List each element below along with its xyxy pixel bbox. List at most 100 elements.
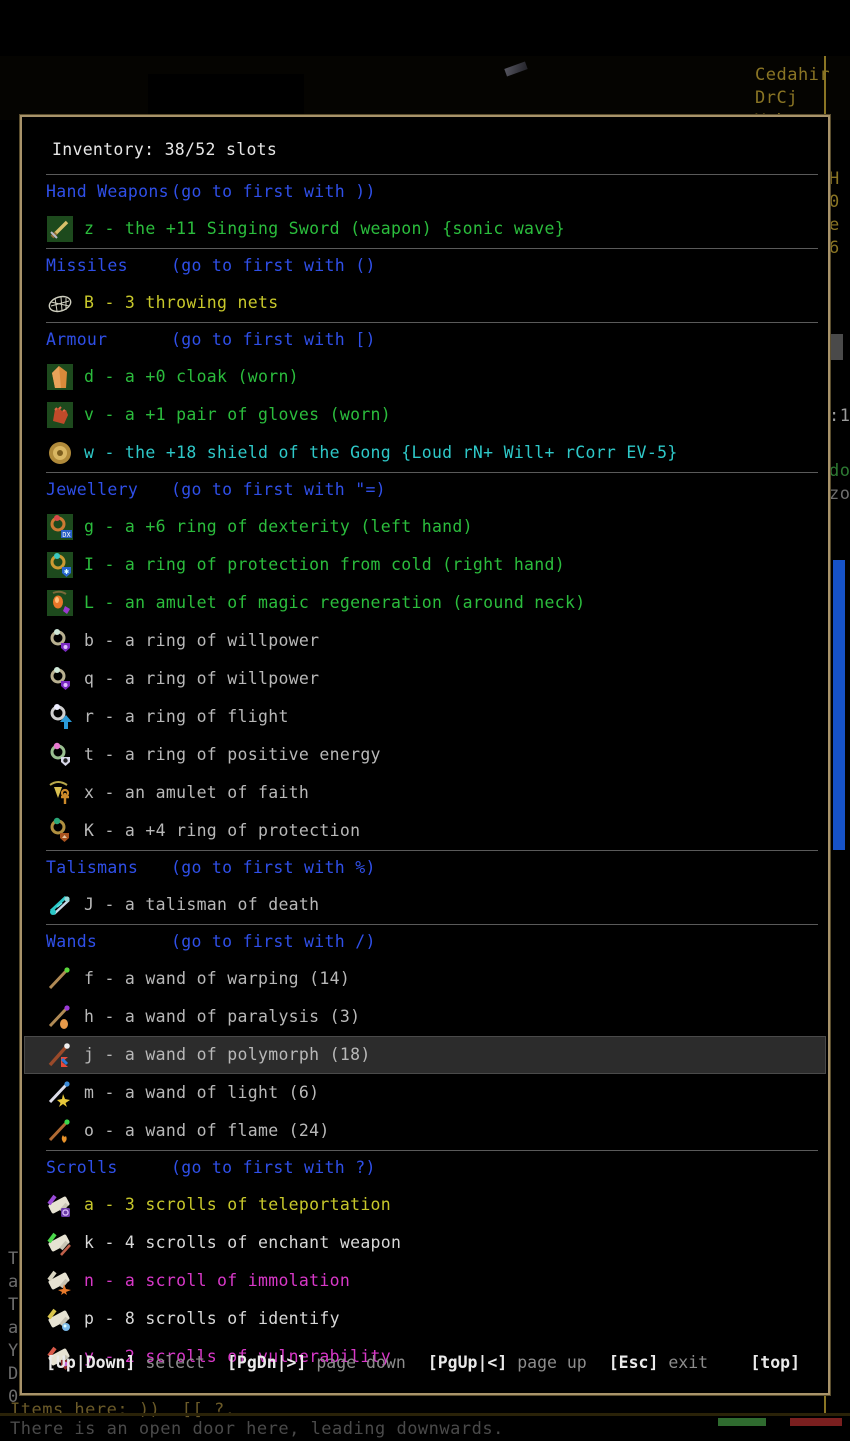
gloves-icon [46, 401, 74, 429]
section-hint: (go to first with %) [171, 858, 376, 877]
section-title: Scrolls [46, 1158, 118, 1177]
inventory-item-label: z - the +11 Singing Sword (weapon) {soni… [84, 219, 565, 238]
cloak-icon [46, 363, 74, 391]
inventory-item-label: w - the +18 shield of the Gong {Loud rN+… [84, 443, 678, 462]
inventory-item-b[interactable]: b - a ring of willpower [22, 622, 828, 660]
scroll-identify-icon [46, 1305, 74, 1333]
footer-position-indicator: [top] [750, 1353, 800, 1372]
inventory-item-label: x - an amulet of faith [84, 783, 310, 802]
inventory-item-x[interactable]: x - an amulet of faith [22, 774, 828, 812]
inventory-item-label: J - a talisman of death [84, 895, 320, 914]
section-title: Wands [46, 932, 98, 951]
footer-key[interactable]: [Esc] [609, 1353, 659, 1372]
hud-fragment-2: do [829, 461, 850, 481]
section-header-jewellery: Jewellery (go to first with "=) [22, 473, 828, 508]
hud-fragment-1: :1 [829, 406, 850, 426]
wand-paralysis-icon [46, 1003, 74, 1031]
inventory-item-p[interactable]: p - 8 scrolls of identify [22, 1300, 828, 1338]
inventory-item-K[interactable]: K - a +4 ring of protection [22, 812, 828, 850]
inventory-item-B[interactable]: B - 3 throwing nets [22, 284, 828, 322]
ring-willpower-icon [46, 627, 74, 655]
inventory-item-a[interactable]: a - 3 scrolls of teleportation [22, 1186, 828, 1224]
inventory-item-t[interactable]: t - a ring of positive energy [22, 736, 828, 774]
section-hint: (go to first with [) [171, 330, 376, 349]
talisman-death-icon [46, 891, 74, 919]
inventory-item-I[interactable]: I - a ring of protection from cold (righ… [22, 546, 828, 584]
section-header-missiles: Missiles (go to first with () [22, 249, 828, 284]
inventory-item-label: m - a wand of light (6) [84, 1083, 320, 1102]
ring-cold-icon [46, 551, 74, 579]
section-hint: (go to first with /) [171, 932, 376, 951]
inventory-item-label: n - a scroll of immolation [84, 1271, 351, 1290]
wand-flame-icon [46, 1117, 74, 1145]
section-hint: (go to first with )) [171, 182, 376, 201]
inventory-item-r[interactable]: r - a ring of flight [22, 698, 828, 736]
inventory-item-o[interactable]: o - a wand of flame (24) [22, 1112, 828, 1150]
section-hint: (go to first with () [171, 256, 376, 275]
inventory-item-w[interactable]: w - the +18 shield of the Gong {Loud rN+… [22, 434, 828, 472]
amulet-magic-regen-icon [46, 589, 74, 617]
inventory-item-q[interactable]: q - a ring of willpower [22, 660, 828, 698]
inventory-item-h[interactable]: h - a wand of paralysis (3) [22, 998, 828, 1036]
section-title: Talismans [46, 858, 139, 877]
hud-red-bar [790, 1418, 842, 1426]
section-header-hand-weapons: Hand Weapons (go to first with )) [22, 175, 828, 210]
inventory-item-label: b - a ring of willpower [84, 631, 320, 650]
section-title: Armour [46, 330, 108, 349]
inventory-item-label: v - a +1 pair of gloves (worn) [84, 405, 392, 424]
ring-dexterity-icon: DX [46, 513, 74, 541]
section-title: Missiles [46, 256, 128, 275]
inventory-item-v[interactable]: v - a +1 pair of gloves (worn) [22, 396, 828, 434]
ring-flight-icon [46, 703, 74, 731]
section-header-armour: Armour (go to first with [) [22, 323, 828, 358]
footer-key-label: exit [668, 1353, 709, 1372]
inventory-item-label: h - a wand of paralysis (3) [84, 1007, 361, 1026]
inventory-item-label: f - a wand of warping (14) [84, 969, 351, 988]
inventory-title: Inventory: 38/52 slots [52, 140, 278, 159]
inventory-item-label: L - an amulet of magic regeneration (aro… [84, 593, 586, 612]
inventory-item-g[interactable]: DX g - a +6 ring of dexterity (left hand) [22, 508, 828, 546]
inventory-item-j[interactable]: j - a wand of polymorph (18) [24, 1036, 826, 1074]
inventory-item-J[interactable]: J - a talisman of death [22, 886, 828, 924]
inventory-item-label: B - 3 throwing nets [84, 293, 279, 312]
shield-icon [46, 439, 74, 467]
footer-key-label: page down [316, 1353, 406, 1372]
footer-key[interactable]: [Up|Down] [46, 1353, 135, 1372]
inventory-item-k[interactable]: k - 4 scrolls of enchant weapon [22, 1224, 828, 1262]
inventory-item-label: o - a wand of flame (24) [84, 1121, 330, 1140]
inventory-item-label: k - 4 scrolls of enchant weapon [84, 1233, 402, 1252]
hud-stats-column: H 0 e 6 [829, 169, 840, 258]
message-log-line: There is an open door here, leading down… [10, 1419, 504, 1439]
inventory-item-L[interactable]: L - an amulet of magic regeneration (aro… [22, 584, 828, 622]
section-hint: (go to first with ?) [171, 1158, 376, 1177]
inventory-item-d[interactable]: d - a +0 cloak (worn) [22, 358, 828, 396]
inventory-item-n[interactable]: n - a scroll of immolation [22, 1262, 828, 1300]
background-scrollbar-thumb[interactable] [829, 334, 843, 360]
background-bottom-edge [0, 1413, 850, 1416]
inventory-item-label: q - a ring of willpower [84, 669, 320, 688]
scroll-teleportation-icon [46, 1191, 74, 1219]
inventory-item-label: d - a +0 cloak (worn) [84, 367, 299, 386]
wand-light-icon [46, 1079, 74, 1107]
inventory-item-label: p - 8 scrolls of identify [84, 1309, 340, 1328]
scroll-immolation-icon [46, 1267, 74, 1295]
inventory-item-label: K - a +4 ring of protection [84, 821, 361, 840]
section-header-wands: Wands (go to first with /) [22, 925, 828, 960]
inventory-item-f[interactable]: f - a wand of warping (14) [22, 960, 828, 998]
inventory-list[interactable]: Hand Weapons (go to first with )) z - the … [22, 174, 828, 1376]
amulet-faith-icon [46, 779, 74, 807]
ring-protection-icon [46, 817, 74, 845]
inventory-dialog[interactable]: Inventory: 38/52 slots Hand Weapons (go t… [20, 115, 830, 1395]
hud-blue-indicator [833, 560, 845, 850]
footer-key[interactable]: [PgUp|<] [428, 1353, 507, 1372]
inventory-item-label: I - a ring of protection from cold (righ… [84, 555, 565, 574]
inventory-item-z[interactable]: z - the +11 Singing Sword (weapon) {soni… [22, 210, 828, 248]
svg-text:DX: DX [62, 532, 71, 540]
inventory-item-label: r - a ring of flight [84, 707, 289, 726]
section-header-scrolls: Scrolls (go to first with ?) [22, 1151, 828, 1186]
footer-key[interactable]: [PgDn|>] [227, 1353, 306, 1372]
inventory-item-m[interactable]: m - a wand of light (6) [22, 1074, 828, 1112]
sword-icon [46, 215, 74, 243]
wand-warping-icon [46, 965, 74, 993]
scroll-enchant-weapon-icon [46, 1229, 74, 1257]
